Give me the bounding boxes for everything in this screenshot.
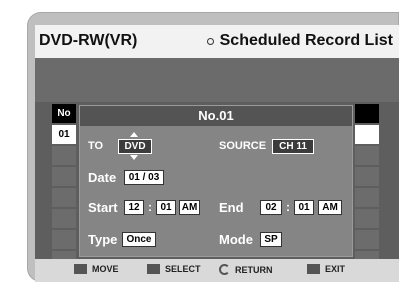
to-select[interactable]: DVD <box>118 139 152 154</box>
slot-row[interactable] <box>52 230 76 249</box>
slot-number-header: No <box>52 104 76 123</box>
slot-row-selected[interactable]: 01 <box>52 125 76 144</box>
arrow-up-icon[interactable] <box>130 132 138 137</box>
slot-number-column: No 01 <box>52 104 76 272</box>
right-slot[interactable] <box>355 188 379 207</box>
exit-label: EXIT <box>325 264 346 274</box>
list-title-text: Scheduled Record List <box>219 32 393 49</box>
dialog-title: No.01 <box>80 106 352 126</box>
mode-select[interactable]: SP <box>260 232 282 247</box>
return-hint: RETURN <box>219 264 273 275</box>
start-minute-input[interactable]: 01 <box>156 200 176 215</box>
move-hint: MOVE <box>74 264 119 274</box>
right-slot[interactable] <box>355 230 379 249</box>
upper-band <box>35 58 399 102</box>
return-label: RETURN <box>235 264 273 275</box>
right-slot-header <box>355 104 379 123</box>
select-icon <box>147 264 160 274</box>
type-label: Type <box>88 232 118 247</box>
start-label: Start <box>88 200 118 215</box>
end-minute-input[interactable]: 01 <box>294 200 314 215</box>
mode-label: Mode <box>219 232 253 247</box>
right-slot[interactable] <box>355 209 379 228</box>
return-icon <box>219 264 230 275</box>
select-hint: SELECT <box>147 264 201 274</box>
date-input[interactable]: 01 / 03 <box>124 170 164 185</box>
arrow-down-icon[interactable] <box>130 155 138 160</box>
disc-type-title: DVD-RW(VR) <box>39 32 138 49</box>
end-label: End <box>219 200 244 215</box>
slot-row[interactable] <box>52 209 76 228</box>
start-hour-input[interactable]: 12 <box>124 200 144 215</box>
right-slot[interactable] <box>355 146 379 165</box>
header-bar: DVD-RW(VR) Scheduled Record List <box>35 25 399 58</box>
list-title: Scheduled Record List <box>206 32 393 50</box>
slot-row[interactable] <box>52 167 76 186</box>
move-icon <box>74 264 87 274</box>
select-label: SELECT <box>165 264 201 274</box>
start-time-colon: : <box>148 200 152 214</box>
move-label: MOVE <box>92 264 119 274</box>
type-select[interactable]: Once <box>122 232 156 247</box>
end-hour-input[interactable]: 02 <box>260 200 282 215</box>
osd-screen: DVD-RW(VR) Scheduled Record List No 01 N… <box>35 25 399 282</box>
exit-icon <box>307 264 320 274</box>
right-slot[interactable] <box>355 167 379 186</box>
end-ampm-input[interactable]: AM <box>318 200 342 215</box>
bottom-navigation-bar: MOVE SELECT RETURN EXIT <box>35 259 399 282</box>
source-label: SOURCE <box>219 140 267 152</box>
date-label: Date <box>88 170 117 185</box>
schedule-detail-dialog: No.01 TO DVD SOURCE CH 11 Date 01 / 03 S… <box>79 105 353 257</box>
right-slot-column <box>355 104 379 272</box>
right-slot-selected[interactable] <box>355 125 379 144</box>
slot-row[interactable] <box>52 146 76 165</box>
slot-row[interactable] <box>52 188 76 207</box>
circle-icon <box>206 37 214 45</box>
end-time-colon: : <box>286 200 290 214</box>
to-label: TO <box>88 140 104 152</box>
start-ampm-input[interactable]: AM <box>179 200 200 215</box>
source-select[interactable]: CH 11 <box>272 139 314 154</box>
exit-hint: EXIT <box>307 264 345 274</box>
